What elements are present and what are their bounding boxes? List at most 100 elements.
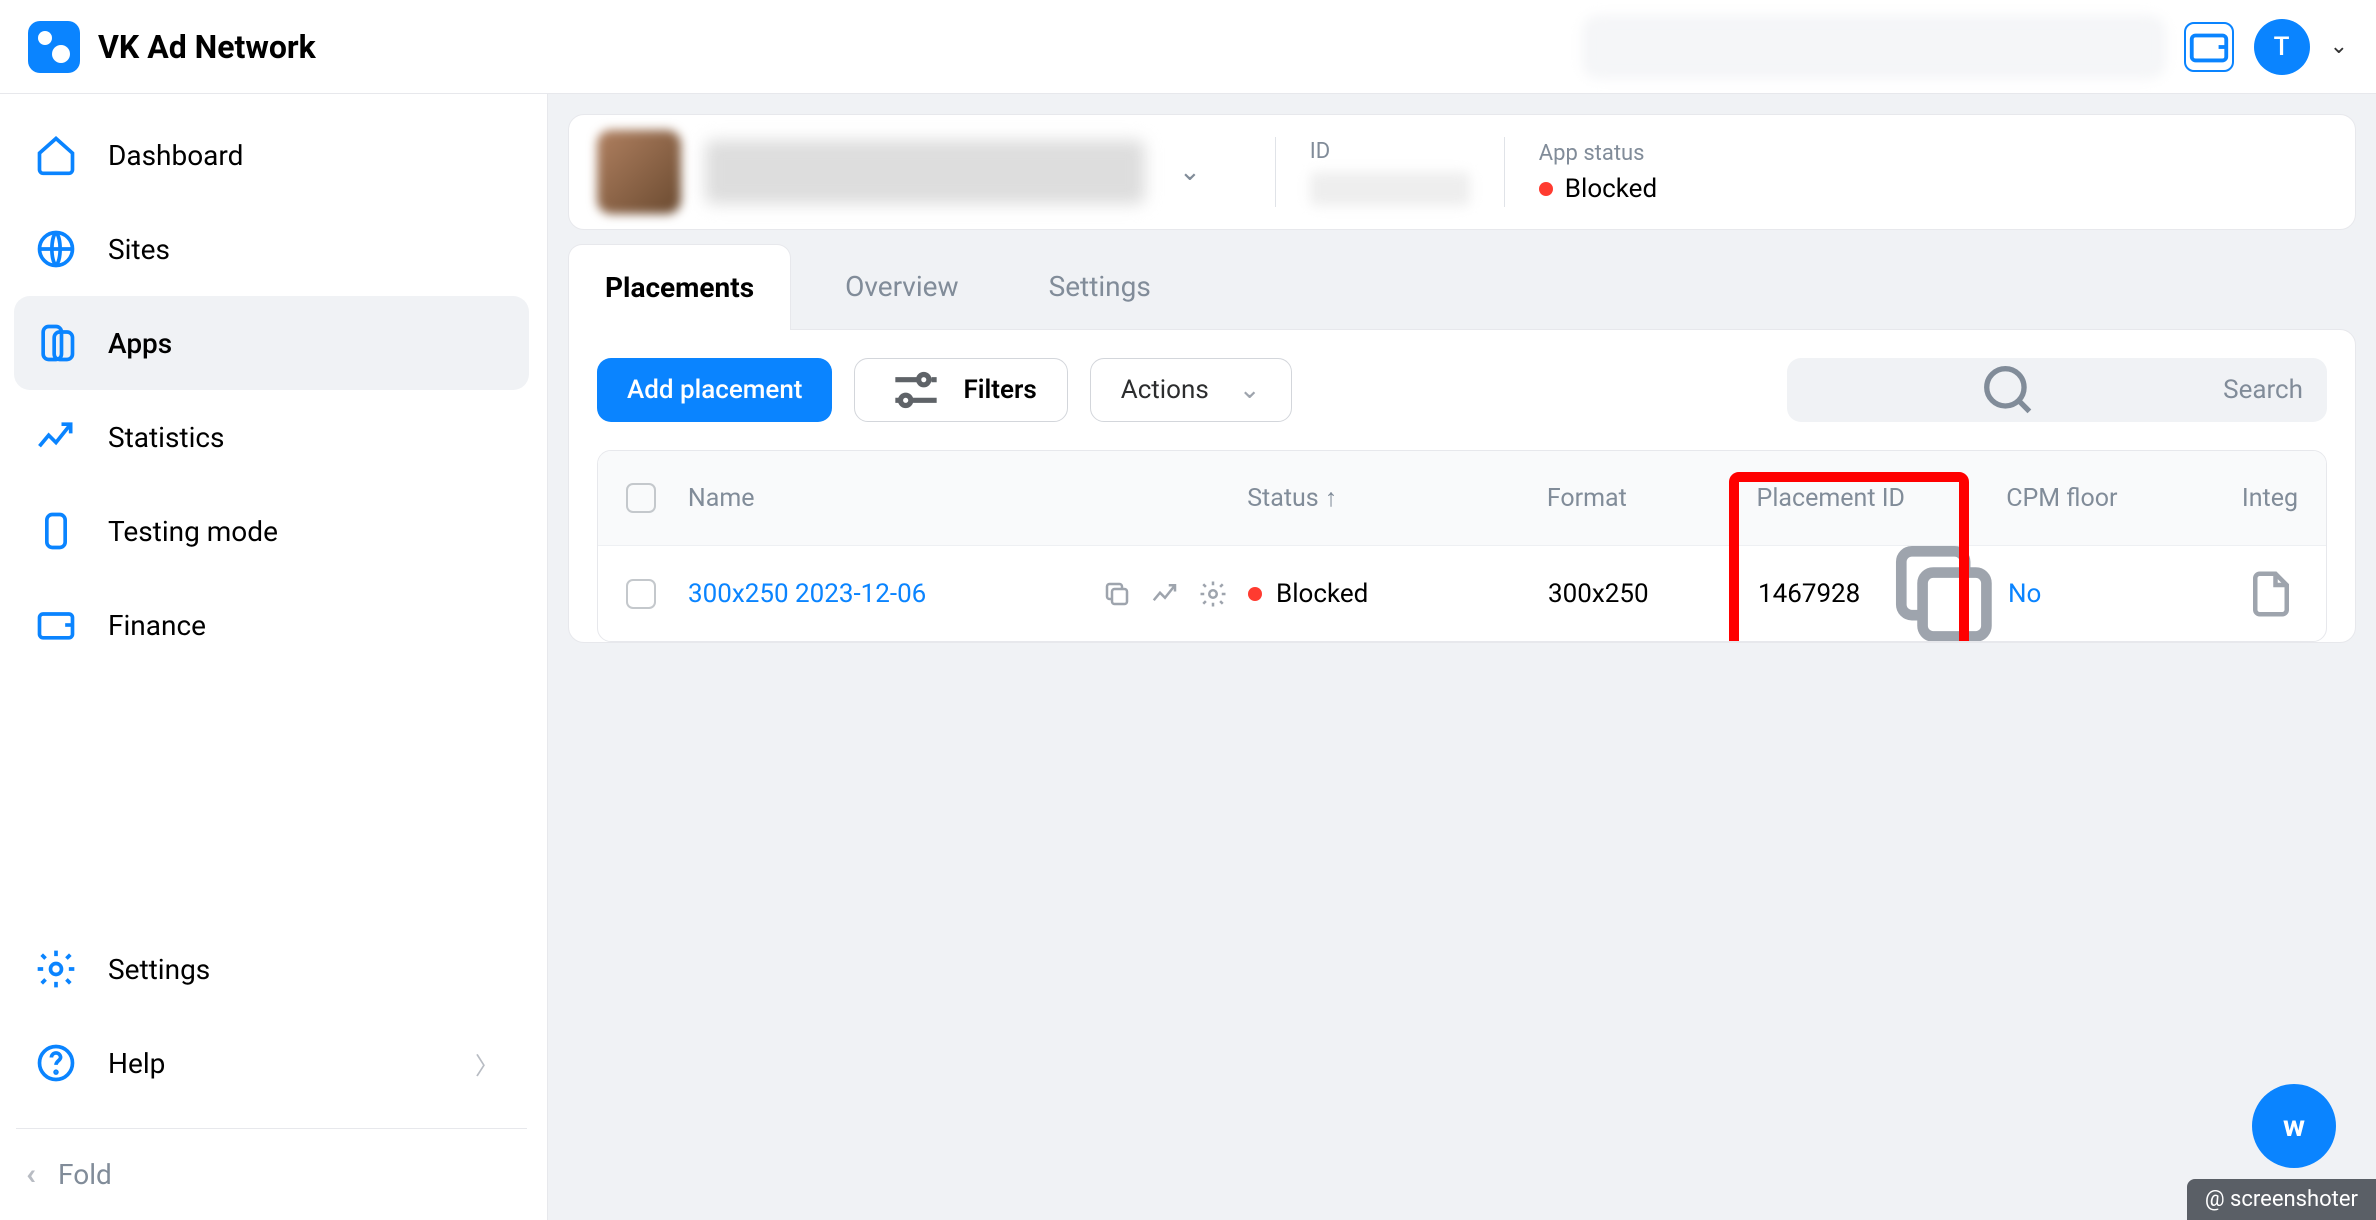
gear-icon[interactable] (1198, 579, 1228, 609)
placement-name-link[interactable]: 300x250 2023-12-06 (688, 579, 926, 609)
fold-icon: ‹‹ (26, 1157, 28, 1192)
chevron-down-icon: ⌄ (1179, 157, 1201, 187)
search-placeholder: Search (2223, 375, 2303, 405)
vk-icon: w (2283, 1109, 2305, 1144)
watermark: @ screenshoter (2187, 1179, 2376, 1220)
sidebar-item-label: Finance (108, 609, 206, 642)
sidebar-item-label: Help (108, 1047, 165, 1080)
row-placement-id: 1467928 (1758, 579, 1860, 609)
avatar-letter: T (2274, 32, 2290, 62)
col-status-header[interactable]: Status ↑ (1247, 484, 1337, 513)
brand-title: VK Ad Network (98, 28, 316, 66)
wallet-icon (2186, 24, 2232, 70)
app-id-value (1310, 172, 1470, 206)
avatar[interactable]: T (2254, 19, 2310, 75)
tab-overview[interactable]: Overview (809, 244, 995, 330)
row-status: Blocked (1276, 579, 1368, 609)
fold-label: Fold (58, 1158, 112, 1191)
fold-button[interactable]: ‹‹ Fold (16, 1128, 527, 1220)
sidebar-item-dashboard[interactable]: Dashboard (14, 108, 529, 202)
gear-icon (34, 947, 78, 991)
phone-icon (34, 509, 78, 553)
search-icon (1811, 358, 2205, 422)
filters-button[interactable]: Filters (854, 358, 1067, 422)
tab-label: Settings (1049, 270, 1151, 303)
apps-icon (34, 321, 78, 365)
stats-icon[interactable] (1150, 579, 1180, 609)
help-icon (34, 1041, 78, 1085)
divider (1275, 137, 1276, 207)
table-header: Name Status ↑ Format Placement ID CPM fl… (598, 451, 2326, 545)
col-integ-header[interactable]: Integ (2242, 484, 2298, 513)
copy-icon[interactable] (1880, 530, 2008, 642)
document-icon[interactable] (2244, 567, 2298, 621)
row-checkbox[interactable] (626, 579, 656, 609)
col-format-header[interactable]: Format (1547, 484, 1627, 513)
topbar-right: T ⌄ (1584, 17, 2348, 77)
tab-placements[interactable]: Placements (568, 244, 791, 330)
brand: VK Ad Network (28, 21, 316, 73)
app-selector[interactable]: ⌄ (597, 130, 1241, 214)
add-placement-button[interactable]: Add placement (597, 358, 832, 422)
app-header-card: ⌄ ID App status Blocked (568, 114, 2356, 230)
col-cpm-header[interactable]: CPM floor (2006, 484, 2117, 513)
sidebar-item-label: Statistics (108, 421, 225, 454)
topbar: VK Ad Network T ⌄ (0, 0, 2376, 94)
status-dot-icon (1539, 182, 1553, 196)
copy-icon[interactable] (1102, 579, 1132, 609)
tab-settings[interactable]: Settings (1013, 244, 1187, 330)
sidebar-item-label: Apps (108, 327, 172, 360)
status-value: Blocked (1565, 174, 1657, 204)
table-row: 300x250 2023-12-06 Blocked 300x250 146 (598, 545, 2326, 641)
wallet-button[interactable] (2184, 22, 2234, 72)
chevron-right-icon: 〉 (475, 1046, 499, 1081)
divider (1504, 137, 1505, 207)
sidebar-item-testing[interactable]: Testing mode (14, 484, 529, 578)
sidebar-item-label: Sites (108, 233, 170, 266)
account-selector[interactable] (1584, 17, 2164, 77)
content-card: Add placement Filters Actions ⌄ Search (568, 329, 2356, 643)
button-label: Filters (963, 375, 1036, 405)
row-cpm-link[interactable]: No (2008, 579, 2041, 609)
row-format: 300x250 (1548, 579, 1649, 609)
wallet-icon (34, 603, 78, 647)
filters-icon (885, 359, 947, 421)
id-label: ID (1310, 139, 1470, 164)
sidebar-item-finance[interactable]: Finance (14, 578, 529, 672)
chevron-down-icon: ⌄ (1239, 375, 1261, 405)
sidebar-item-help[interactable]: Help 〉 (14, 1016, 529, 1110)
select-all-checkbox[interactable] (626, 483, 656, 513)
vk-fab-button[interactable]: w (2252, 1084, 2336, 1168)
toolbar: Add placement Filters Actions ⌄ Search (597, 358, 2327, 422)
sidebar-item-label: Dashboard (108, 139, 243, 172)
tab-label: Overview (845, 270, 959, 303)
tab-label: Placements (605, 271, 754, 304)
home-icon (34, 133, 78, 177)
sidebar-item-label: Testing mode (108, 515, 278, 548)
button-label: Actions (1121, 375, 1209, 405)
sidebar-item-statistics[interactable]: Statistics (14, 390, 529, 484)
globe-icon (34, 227, 78, 271)
status-label: App status (1539, 141, 1657, 166)
app-status-block: App status Blocked (1539, 141, 1657, 204)
app-id-block: ID (1310, 139, 1470, 206)
sidebar-item-settings[interactable]: Settings (14, 922, 529, 1016)
sidebar-item-label: Settings (108, 953, 210, 986)
actions-button[interactable]: Actions ⌄ (1090, 358, 1292, 422)
app-name (705, 140, 1145, 204)
app-thumbnail (597, 130, 681, 214)
tabs: Placements Overview Settings (568, 244, 2356, 330)
sidebar: Dashboard Sites Apps Statistics Testing … (0, 94, 548, 1220)
chart-icon (34, 415, 78, 459)
search-input[interactable]: Search (1787, 358, 2327, 422)
placements-table: Name Status ↑ Format Placement ID CPM fl… (597, 450, 2327, 642)
status-dot-icon (1248, 587, 1262, 601)
button-label: Add placement (627, 375, 802, 405)
col-name-header[interactable]: Name (688, 484, 755, 513)
sidebar-item-apps[interactable]: Apps (14, 296, 529, 390)
col-placement-id-header[interactable]: Placement ID (1757, 484, 1905, 513)
main: ⌄ ID App status Blocked Placements Overv… (548, 94, 2376, 1220)
chevron-down-icon[interactable]: ⌄ (2330, 34, 2348, 59)
sidebar-item-sites[interactable]: Sites (14, 202, 529, 296)
brand-logo-icon (28, 21, 80, 73)
